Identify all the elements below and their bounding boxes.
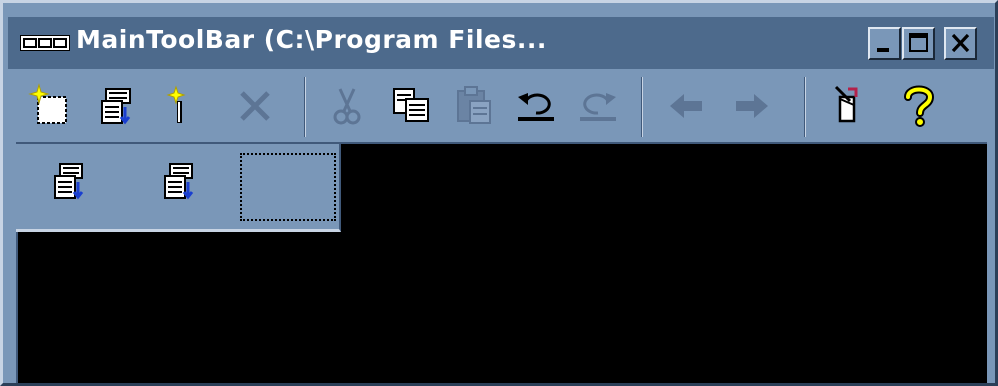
properties-icon bbox=[101, 88, 131, 125]
new-document-icon bbox=[28, 83, 67, 124]
redo-button[interactable] bbox=[574, 83, 620, 129]
cut-button[interactable] bbox=[324, 83, 370, 129]
forward-arrow-icon bbox=[736, 94, 768, 118]
maximize-icon bbox=[909, 33, 928, 52]
copy-icon bbox=[393, 88, 429, 122]
toolbar-separator bbox=[804, 77, 807, 137]
close-icon bbox=[951, 33, 970, 53]
toolbar-separator bbox=[641, 77, 644, 137]
minimize-button[interactable] bbox=[868, 27, 901, 60]
scissors-icon bbox=[333, 88, 361, 125]
main-toolbar bbox=[8, 73, 994, 139]
paste-icon bbox=[457, 86, 491, 124]
title-bar[interactable]: MainToolBar (C:\Program Files... bbox=[8, 17, 994, 69]
forward-button[interactable] bbox=[728, 83, 774, 129]
wizard-button[interactable] bbox=[156, 83, 202, 129]
maximize-button[interactable] bbox=[902, 27, 935, 60]
help-button[interactable] bbox=[896, 83, 942, 129]
toolbar-app-icon[interactable] bbox=[20, 35, 70, 51]
new-button[interactable] bbox=[28, 83, 74, 129]
minimize-icon bbox=[877, 48, 889, 52]
window-title: MainToolBar (C:\Program Files... bbox=[76, 25, 547, 54]
back-button[interactable] bbox=[664, 83, 710, 129]
toolbar-separator bbox=[304, 77, 307, 137]
import-button-1[interactable] bbox=[46, 160, 92, 206]
undo-icon bbox=[518, 93, 554, 121]
import-properties-icon bbox=[164, 163, 194, 200]
delete-button[interactable] bbox=[232, 83, 278, 129]
back-arrow-icon bbox=[670, 94, 702, 118]
pointer-help-icon bbox=[834, 85, 858, 123]
question-mark-icon bbox=[904, 85, 935, 127]
main-toolbar-window: MainToolBar (C:\Program Files... bbox=[0, 0, 998, 386]
secondary-toolbar bbox=[16, 144, 341, 232]
context-help-button[interactable] bbox=[826, 83, 872, 129]
import-button-2[interactable] bbox=[156, 160, 202, 206]
paste-button[interactable] bbox=[452, 83, 498, 129]
copy-button[interactable] bbox=[388, 83, 434, 129]
delete-x-icon bbox=[240, 91, 270, 121]
empty-button-slot[interactable] bbox=[240, 153, 336, 221]
magic-wand-icon bbox=[166, 85, 186, 123]
properties-button[interactable] bbox=[92, 83, 138, 129]
import-properties-icon bbox=[54, 163, 84, 200]
undo-button[interactable] bbox=[514, 83, 560, 129]
close-button[interactable] bbox=[944, 27, 977, 60]
redo-icon bbox=[580, 93, 616, 121]
